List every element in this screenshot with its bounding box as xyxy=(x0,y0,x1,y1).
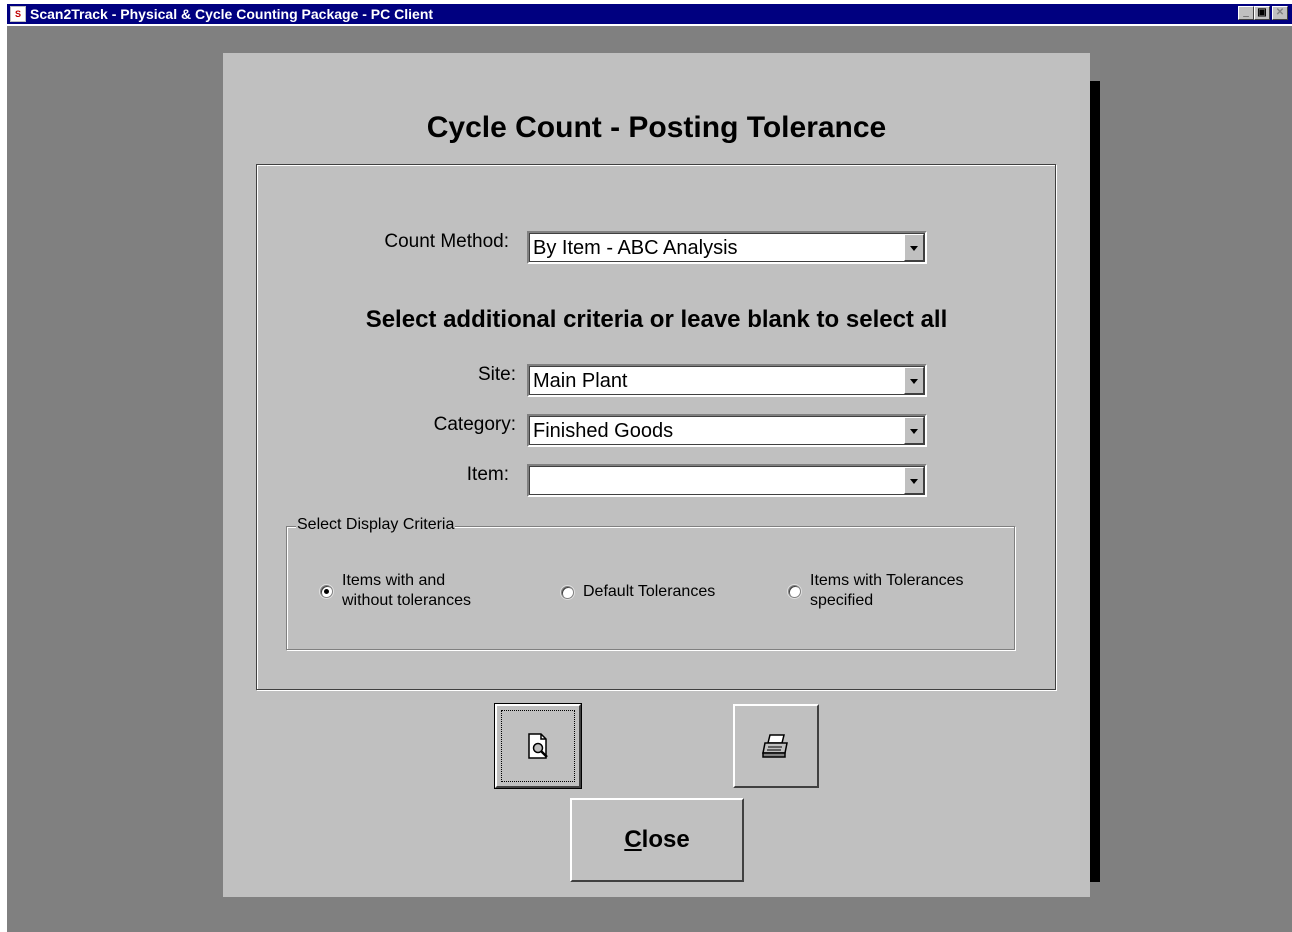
item-label: Item: xyxy=(466,464,509,485)
radio-label-line2: specified xyxy=(810,592,874,609)
page-title: Cycle Count - Posting Tolerance xyxy=(426,111,887,144)
radio-label-line1: Items with Tolerances xyxy=(810,572,964,589)
close-button[interactable]: Close xyxy=(570,798,744,882)
radio-label-line1: Items with and xyxy=(342,572,446,589)
print-button[interactable] xyxy=(733,704,819,788)
count-method-value: By Item - ABC Analysis xyxy=(533,237,738,259)
posting-tolerance-form: Cycle Count - Posting Tolerance Count Me… xyxy=(223,53,1090,897)
category-value: Finished Goods xyxy=(533,420,674,442)
close-label-accelerator: C xyxy=(624,826,642,853)
print-preview-button[interactable] xyxy=(494,703,582,789)
close-label-rest: lose xyxy=(641,826,690,853)
item-dropdown[interactable] xyxy=(527,464,927,497)
radio-button[interactable] xyxy=(320,584,333,598)
form-shadow xyxy=(1090,81,1100,882)
window-titlebar: S Scan2Track - Physical & Cycle Counting… xyxy=(0,0,1292,26)
app-icon[interactable]: S xyxy=(10,6,26,22)
site-label: Site: xyxy=(477,364,516,385)
category-dropdown[interactable]: Finished Goods xyxy=(527,414,927,447)
radio-default-tolerances[interactable]: Default Tolerances xyxy=(561,582,715,602)
radio-items-with-tolerances[interactable]: Items with Tolerances specified xyxy=(788,571,964,611)
window-title: Scan2Track - Physical & Cycle Counting P… xyxy=(30,6,434,22)
close-window-icon[interactable]: ✕ xyxy=(1272,6,1288,20)
chevron-down-icon[interactable] xyxy=(904,417,924,444)
site-dropdown[interactable]: Main Plant xyxy=(527,364,927,397)
titlebar-band[interactable]: S Scan2Track - Physical & Cycle Counting… xyxy=(7,4,1292,24)
site-value: Main Plant xyxy=(533,370,628,392)
count-method-dropdown[interactable]: By Item - ABC Analysis xyxy=(527,231,927,264)
chevron-down-icon[interactable] xyxy=(904,367,924,394)
criteria-instructions: Select additional criteria or leave blan… xyxy=(365,306,948,333)
radio-button[interactable] xyxy=(561,585,574,599)
window-controls: _ ▣ ✕ xyxy=(1238,6,1288,20)
radio-label: Default Tolerances xyxy=(583,583,716,600)
radio-label: Items with Tolerances specified xyxy=(810,571,964,611)
count-method-label: Count Method: xyxy=(384,231,509,252)
radio-items-with-and-without[interactable]: Items with and without tolerances xyxy=(320,571,471,611)
display-criteria-legend: Select Display Criteria xyxy=(296,516,456,534)
minimize-icon[interactable]: _ xyxy=(1238,6,1254,20)
radio-label-line2: without tolerances xyxy=(342,592,471,609)
printer-icon xyxy=(762,734,788,758)
chevron-down-icon[interactable] xyxy=(904,234,924,261)
radio-label: Items with and without tolerances xyxy=(342,571,471,611)
window-left-edge xyxy=(0,26,7,932)
restore-icon[interactable]: ▣ xyxy=(1254,6,1270,20)
category-label: Category: xyxy=(433,414,516,435)
print-preview-icon xyxy=(528,733,548,759)
radio-button[interactable] xyxy=(788,584,801,598)
chevron-down-icon[interactable] xyxy=(904,467,924,494)
